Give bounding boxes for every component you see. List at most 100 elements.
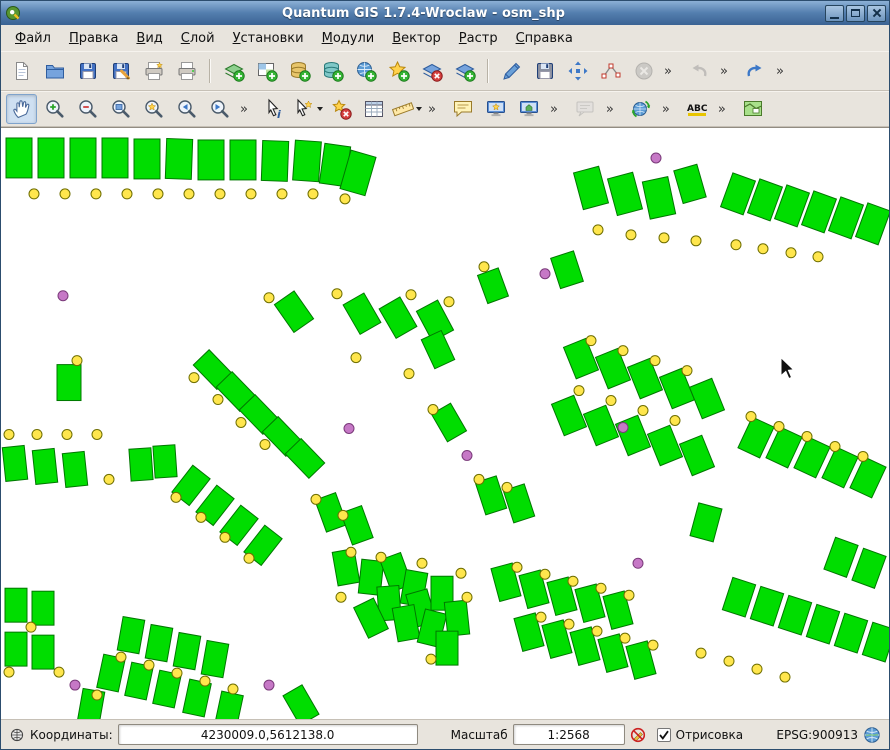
toolbar-overflow-chevron[interactable]: » xyxy=(658,102,674,117)
open-project-button[interactable] xyxy=(39,56,70,86)
add-wms-layer-icon xyxy=(355,60,377,82)
point-feature xyxy=(682,366,692,376)
add-raster-layer-button[interactable] xyxy=(251,56,282,86)
building-feature xyxy=(584,405,619,445)
menu-raster[interactable]: Растр xyxy=(450,27,507,50)
map-overview-button[interactable] xyxy=(738,94,769,124)
mouse-position-icon[interactable] xyxy=(9,727,25,743)
building-feature xyxy=(165,139,192,180)
point-feature xyxy=(189,373,199,383)
pan-map-button[interactable] xyxy=(6,94,37,124)
zoom-to-selection-icon xyxy=(143,98,165,120)
toolbar-overflow-chevron[interactable]: » xyxy=(236,102,252,117)
save-edits-icon xyxy=(534,60,556,82)
point-feature xyxy=(91,189,101,199)
deselect-features-button[interactable] xyxy=(326,94,357,124)
new-project-button[interactable] xyxy=(6,56,37,86)
building-feature xyxy=(674,164,706,203)
undo-icon xyxy=(688,60,710,82)
zoom-next-button[interactable] xyxy=(204,94,235,124)
select-features-icon xyxy=(293,98,315,120)
zoom-to-selection-button[interactable] xyxy=(138,94,169,124)
menu-settings[interactable]: Установки xyxy=(224,27,313,50)
point-feature xyxy=(104,474,114,484)
toolbar-overflow-chevron[interactable]: » xyxy=(772,64,788,79)
point-feature xyxy=(624,590,634,600)
add-wfs-layer-button[interactable] xyxy=(383,56,414,86)
menu-view[interactable]: Вид xyxy=(127,27,171,50)
menu-file[interactable]: Файл xyxy=(6,27,60,50)
add-postgis-layer-button[interactable] xyxy=(284,56,315,86)
new-print-composer-button[interactable] xyxy=(138,56,169,86)
building-feature xyxy=(690,503,722,542)
maximize-button[interactable] xyxy=(846,5,865,22)
add-spatialite-layer-button[interactable] xyxy=(317,56,348,86)
point-feature xyxy=(4,429,14,439)
map-canvas[interactable] xyxy=(1,127,889,719)
toolbar-overflow-chevron[interactable]: » xyxy=(714,102,730,117)
building-feature xyxy=(201,640,229,677)
point-feature xyxy=(626,230,636,240)
close-button[interactable] xyxy=(867,5,886,22)
menu-help[interactable]: Справка xyxy=(507,27,582,50)
new-bookmark-button[interactable] xyxy=(481,94,512,124)
point-feature xyxy=(780,672,790,682)
show-bookmarks-button[interactable] xyxy=(514,94,545,124)
building-feature xyxy=(57,365,81,401)
toolbar-overflow-chevron[interactable]: » xyxy=(602,102,618,117)
menu-plugins[interactable]: Модули xyxy=(313,27,384,50)
node-tool-button[interactable] xyxy=(595,56,626,86)
move-feature-button[interactable] xyxy=(562,56,593,86)
save-edits-button[interactable] xyxy=(529,56,560,86)
toggle-editing-button[interactable] xyxy=(496,56,527,86)
dropdown-arrow-icon[interactable] xyxy=(317,107,323,111)
add-wms-layer-button[interactable] xyxy=(350,56,381,86)
toggle-editing-icon xyxy=(501,60,523,82)
menu-layer[interactable]: Слой xyxy=(172,27,224,50)
scale-input[interactable] xyxy=(513,724,625,745)
identify-features-button[interactable]: i xyxy=(260,94,291,124)
minimize-button[interactable] xyxy=(825,5,844,22)
titlebar[interactable]: Quantum GIS 1.7.4-Wroclaw - osm_shp xyxy=(1,1,889,25)
zoom-in-button[interactable] xyxy=(39,94,70,124)
save-project-as-button[interactable] xyxy=(105,56,136,86)
map-tips-button[interactable] xyxy=(448,94,479,124)
poi-point-feature xyxy=(618,423,628,433)
point-feature xyxy=(659,233,669,243)
point-feature xyxy=(376,552,386,562)
building-feature xyxy=(778,595,811,635)
stop-render-icon[interactable] xyxy=(630,727,646,743)
toolbar-overflow-chevron[interactable]: » xyxy=(716,64,732,79)
measure-button[interactable] xyxy=(392,94,423,124)
toolbar-overflow-chevron[interactable]: » xyxy=(546,102,562,117)
measure-icon xyxy=(392,98,414,120)
point-feature xyxy=(260,439,270,449)
crs-status-icon[interactable] xyxy=(863,726,881,744)
coordinates-input[interactable] xyxy=(118,724,418,745)
building-feature xyxy=(551,251,584,289)
toolbar-overflow-chevron[interactable]: » xyxy=(660,64,676,79)
zoom-last-button[interactable] xyxy=(171,94,202,124)
building-feature xyxy=(32,591,54,625)
open-attribute-table-button[interactable] xyxy=(359,94,390,124)
otf-reprojection-button[interactable] xyxy=(626,94,657,124)
menu-edit[interactable]: Правка xyxy=(60,27,127,50)
dropdown-arrow-icon[interactable] xyxy=(416,107,422,111)
remove-layer-button[interactable] xyxy=(416,56,447,86)
toolbar-overflow-chevron[interactable]: » xyxy=(424,102,440,117)
mouse-cursor-icon xyxy=(781,358,794,379)
point-feature xyxy=(540,569,550,579)
redo-button[interactable] xyxy=(740,56,771,86)
save-project-button[interactable] xyxy=(72,56,103,86)
zoom-full-button[interactable] xyxy=(105,94,136,124)
menu-vector[interactable]: Вектор xyxy=(383,27,450,50)
add-layer-group-button[interactable] xyxy=(449,56,480,86)
labeling-button[interactable]: ABC xyxy=(682,94,713,124)
zoom-out-button[interactable] xyxy=(72,94,103,124)
add-vector-layer-button[interactable] xyxy=(218,56,249,86)
select-features-button[interactable] xyxy=(293,94,324,124)
move-feature-icon xyxy=(567,60,589,82)
new-project-icon xyxy=(11,60,33,82)
composer-manager-button[interactable] xyxy=(171,56,202,86)
render-checkbox[interactable] xyxy=(657,728,671,742)
